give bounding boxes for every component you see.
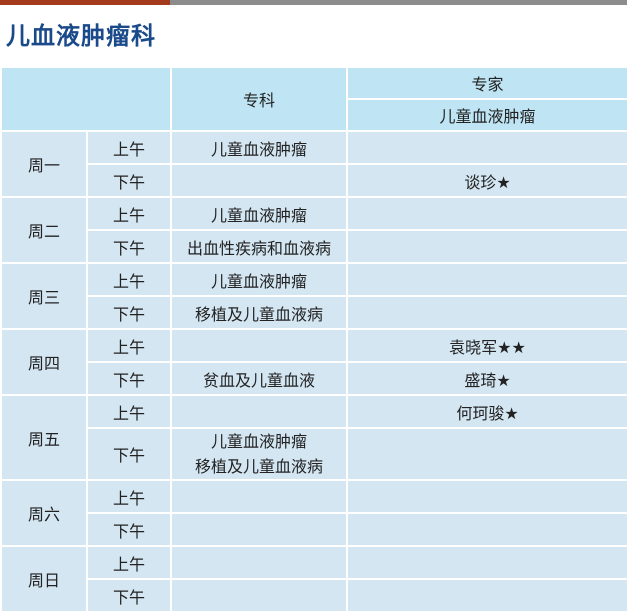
schedule-row: 下午 出血性疾病和血液病: [1, 229, 627, 264]
specialty-cell: 儿童血液肿瘤: [170, 196, 348, 231]
schedule-row: 周三 上午 儿童血液肿瘤: [0, 262, 627, 330]
specialty-cell: 儿童血液肿瘤 移植及儿童血液病: [170, 427, 348, 481]
specialty-label: 儿童血液肿瘤: [210, 139, 307, 159]
schedule-row: 下午 谈珍★: [1, 163, 627, 198]
expert-cell: [346, 295, 627, 330]
day-cell: 周二: [0, 196, 88, 264]
accent-bar-gray: [170, 0, 627, 5]
time-cell: 上午: [86, 328, 172, 363]
specialty-cell: [170, 163, 348, 198]
header-blank-cell: [0, 66, 172, 132]
specialty-label: 移植及儿童血液病: [194, 457, 323, 476]
day-cell: 周五: [0, 394, 88, 481]
schedule-row: 周日 上午: [0, 545, 627, 613]
schedule-row: 下午: [1, 578, 627, 613]
specialty-cell: 出血性疾病和血液病: [170, 229, 348, 264]
schedule-row: 下午 移植及儿童血液病: [1, 295, 627, 330]
header-experts: 专家: [346, 66, 627, 100]
time-cell: 上午: [86, 196, 172, 231]
time-cell: 下午: [86, 427, 172, 481]
time-cell: 下午: [86, 578, 172, 613]
day-cell: 周日: [0, 545, 88, 613]
schedule-row: 周二 上午 儿童血液肿瘤: [0, 196, 627, 264]
page-title: 儿血液肿瘤科: [6, 22, 156, 50]
expert-cell: 谈珍★: [346, 163, 627, 198]
schedule-row: 周五 上午 何珂骏★: [0, 394, 627, 481]
day-cell: 周四: [0, 328, 88, 396]
day-cell: 周六: [0, 479, 88, 547]
specialty-label: 贫血及儿童血液: [202, 370, 315, 390]
top-accent-bar: [0, 0, 627, 5]
expert-cell: [346, 545, 627, 580]
expert-cell: [346, 427, 627, 481]
expert-cell: [346, 512, 627, 547]
expert-cell: [346, 578, 627, 613]
time-cell: 下午: [86, 229, 172, 264]
day-cell: 周一: [0, 130, 88, 198]
schedule-row: 周四 上午 袁晓军★★: [0, 328, 627, 396]
schedule-body: 周一 上午 儿童血液肿瘤 下午 谈珍★ 周二 上午 儿童血液肿瘤 下午 出血性疾病和血液病 周三 上午…: [0, 130, 627, 613]
schedule-row: 下午 贫血及儿童血液 盛琦★: [1, 361, 627, 396]
specialty-cell: [170, 545, 348, 580]
time-cell: 上午: [86, 545, 172, 580]
header-specialty: 专科: [170, 66, 348, 132]
expert-cell: [346, 196, 627, 231]
time-cell: 上午: [86, 394, 172, 429]
schedule-row: 周一 上午 儿童血液肿瘤: [0, 130, 627, 198]
specialty-label: 儿童血液肿瘤: [210, 271, 307, 291]
day-cell: 周三: [0, 262, 88, 330]
time-cell: 下午: [86, 295, 172, 330]
specialty-label: 出血性疾病和血液病: [186, 238, 331, 258]
specialty-cell: [170, 512, 348, 547]
time-cell: 下午: [86, 361, 172, 396]
clinic-schedule-table: 专科 专家 儿童血液肿瘤 周一 上午 儿童血液肿瘤 下午 谈珍★ 周二 上午 儿童血液肿瘤 下午…: [0, 66, 627, 613]
time-cell: 下午: [86, 512, 172, 547]
schedule-row: 下午 儿童血液肿瘤 移植及儿童血液病: [1, 427, 627, 481]
header-experts-sub: 儿童血液肿瘤: [346, 98, 627, 132]
time-cell: 下午: [86, 163, 172, 198]
accent-bar-red: [0, 0, 170, 5]
specialty-cell: 儿童血液肿瘤: [170, 130, 348, 165]
time-cell: 上午: [86, 479, 172, 514]
expert-cell: [346, 229, 627, 264]
expert-cell: 何珂骏★: [346, 394, 627, 429]
specialty-cell: 儿童血液肿瘤: [170, 262, 348, 297]
schedule-row: 周六 上午: [0, 479, 627, 547]
specialty-label: 移植及儿童血液病: [194, 304, 323, 324]
specialty-cell: 移植及儿童血液病: [170, 295, 348, 330]
expert-cell: [346, 130, 627, 165]
specialty-cell: [170, 479, 348, 514]
specialty-cell: [170, 578, 348, 613]
specialty-label: 儿童血液肿瘤: [210, 205, 307, 225]
expert-cell: [346, 479, 627, 514]
expert-cell: 袁晓军★★: [346, 328, 627, 363]
time-cell: 上午: [86, 130, 172, 165]
expert-cell: [346, 262, 627, 297]
specialty-cell: 贫血及儿童血液: [170, 361, 348, 396]
specialty-label: 儿童血液肿瘤: [210, 432, 307, 451]
specialty-cell: [170, 328, 348, 363]
schedule-row: 下午: [1, 512, 627, 547]
specialty-cell: [170, 394, 348, 429]
expert-cell: 盛琦★: [346, 361, 627, 396]
time-cell: 上午: [86, 262, 172, 297]
